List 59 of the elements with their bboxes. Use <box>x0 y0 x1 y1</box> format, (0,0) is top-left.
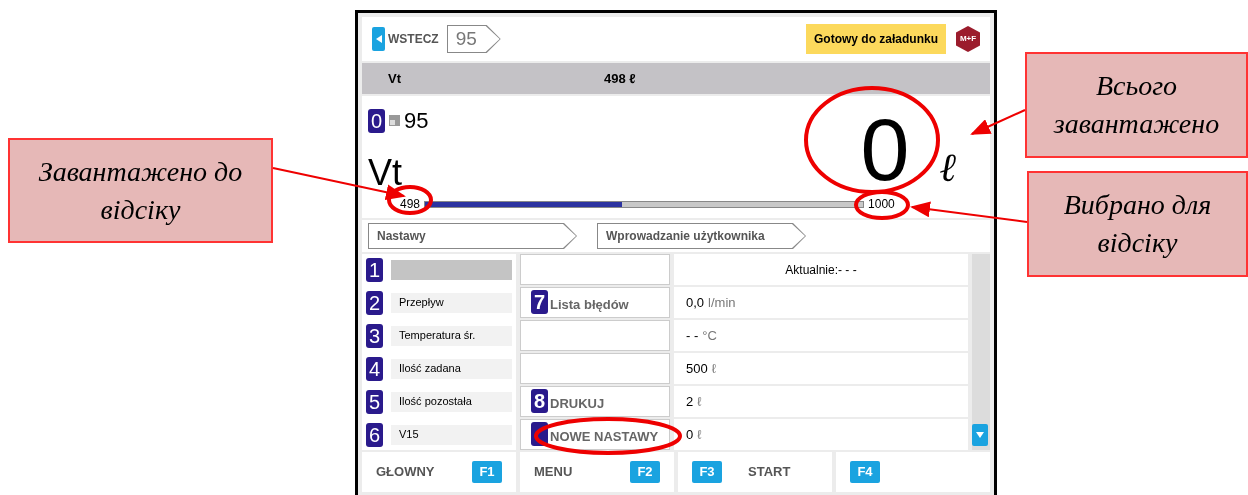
back-button[interactable]: WSTECZ <box>372 25 443 53</box>
key-badge: 1 <box>366 257 383 282</box>
value-text: 2 <box>686 392 694 411</box>
compartment-icon <box>389 115 400 126</box>
empty-button[interactable] <box>520 320 670 351</box>
callout-box: Всього завантажено <box>1025 52 1248 158</box>
key-badge: 4 <box>366 356 383 381</box>
function-key-button[interactable]: MENU F2 <box>520 452 674 492</box>
compartment-number: 95 <box>404 107 429 135</box>
current-header: Aktualnie:- - - <box>784 261 858 279</box>
key-badge: 6 <box>366 422 383 447</box>
empty-button[interactable] <box>520 353 670 384</box>
function-key-badge: F4 <box>850 461 880 483</box>
scroll-down-button[interactable] <box>972 424 988 446</box>
function-key-badge: F3 <box>692 461 722 483</box>
row-label: Temperatura śr. <box>391 325 512 346</box>
action-button[interactable]: 7 Lista błędów <box>520 287 670 318</box>
row-label: Ilość pozostała <box>391 391 512 412</box>
path-step[interactable]: 95 <box>446 25 501 53</box>
action-button[interactable]: 8 DRUKUJ <box>520 386 670 417</box>
value-unit: l/min <box>708 293 736 312</box>
loaded-amount: 498 <box>400 196 421 213</box>
key-badge: 7 <box>531 290 548 314</box>
summary-value: 498 ℓ <box>604 69 636 88</box>
function-key-badge: F2 <box>630 461 660 483</box>
total-unit: ℓ <box>939 144 956 192</box>
total-loaded: 0 <box>860 107 910 193</box>
key-badge: 5 <box>366 389 383 414</box>
value-text: 0,0 <box>686 293 705 312</box>
key-badge: 2 <box>366 290 383 315</box>
value-unit: ℓ <box>697 425 702 444</box>
function-key-button[interactable]: GŁOWNY F1 <box>362 452 516 492</box>
row-label: V15 <box>391 424 512 445</box>
empty-button[interactable] <box>520 254 670 285</box>
function-key-button[interactable]: F3 START <box>678 452 832 492</box>
breadcrumb-step[interactable]: Nastawy <box>368 223 577 249</box>
logo: M+F <box>956 26 980 52</box>
selected-amount: 1000 <box>868 196 895 213</box>
status-badge: Gotowy do załadunku <box>806 24 946 54</box>
key-badge: 0 <box>368 108 385 133</box>
product-name: Vt <box>368 153 402 193</box>
down-arrow-icon <box>976 432 984 438</box>
value-unit: ℓ <box>711 359 716 378</box>
summary-name: Vt <box>388 69 402 88</box>
value-unit: °C <box>702 326 717 345</box>
value-text: - - <box>686 326 699 345</box>
key-badge: 3 <box>366 323 383 348</box>
key-badge: 8 <box>531 389 548 413</box>
callout-box: Вибрано для відсіку <box>1027 171 1248 277</box>
highlight-ellipse <box>387 185 433 215</box>
value-unit: ℓ <box>697 392 702 411</box>
callout-box: Завантажено до відсіку <box>8 138 273 243</box>
value-text: 500 <box>686 359 708 378</box>
row-label: Przepływ <box>391 292 512 313</box>
leader-arrow <box>970 109 1026 135</box>
value-text: 0 <box>686 425 694 444</box>
breadcrumb-step[interactable]: Wprowadzanie użytkownika <box>597 223 806 249</box>
row-label: Ilość zadana <box>391 358 512 379</box>
function-key-badge: F1 <box>472 461 502 483</box>
